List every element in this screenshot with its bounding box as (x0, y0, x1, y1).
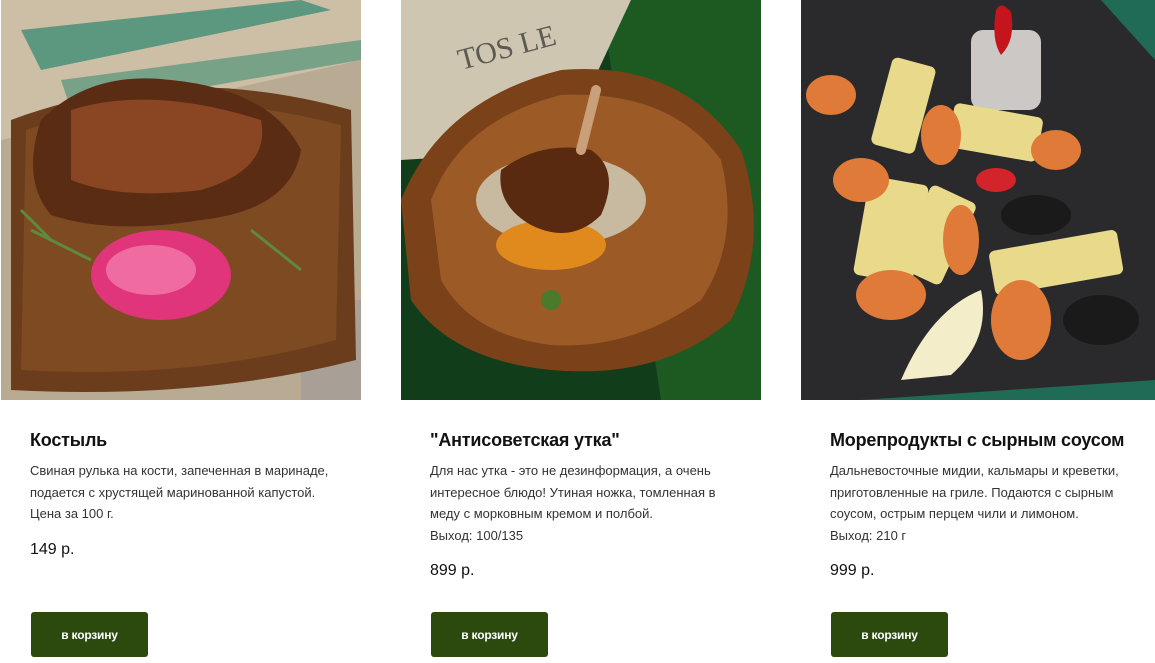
product-output-note: Выход: 210 г (830, 527, 907, 543)
product-title: "Антисоветская утка" (430, 430, 620, 450)
product-description: Для нас утка - это не дезинформация, а о… (430, 463, 716, 521)
duck-leg-photo[interactable]: TOS LE (401, 0, 761, 400)
product-price: 999 р. (830, 562, 875, 579)
product-info: Морепродукты с сырным соусом Дальневосто… (830, 428, 1155, 582)
add-to-cart-button[interactable]: в корзину (431, 612, 548, 657)
product-description: Дальневосточные мидии, кальмары и кревет… (830, 463, 1119, 521)
pork-knuckle-photo[interactable] (1, 0, 361, 400)
product-info: "Антисоветская утка" Для нас утка - это … (430, 428, 761, 582)
product-card: TOS LE "Антисоветская утка" Для нас утка… (401, 0, 761, 663)
product-title: Морепродукты с сырным соусом (830, 430, 1125, 450)
product-description: Свиная рулька на кости, запеченная в мар… (30, 463, 329, 500)
product-card: Морепродукты с сырным соусом Дальневосто… (801, 0, 1155, 663)
product-price-note: Цена за 100 г. (30, 506, 114, 521)
add-to-cart-button[interactable]: в корзину (31, 612, 148, 657)
product-price: 899 р. (430, 562, 475, 579)
add-to-cart-button[interactable]: в корзину (831, 612, 948, 657)
product-output-note: Выход: 100/135 (430, 527, 524, 543)
seafood-photo[interactable] (801, 0, 1155, 400)
product-title: Костыль (30, 430, 108, 450)
product-card: Костыль Свиная рулька на кости, запеченн… (1, 0, 361, 663)
product-info: Костыль Свиная рулька на кости, запеченн… (30, 428, 361, 561)
product-price: 149 р. (30, 540, 75, 558)
